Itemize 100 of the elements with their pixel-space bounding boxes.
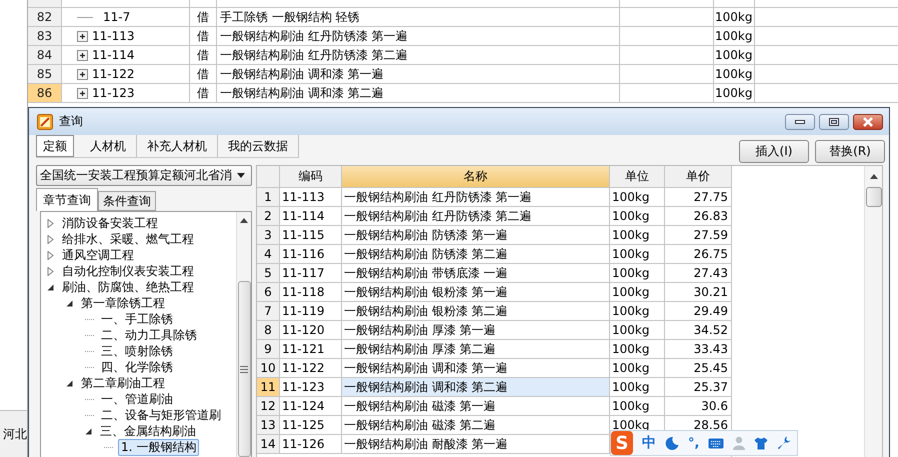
row-number[interactable]: 84 bbox=[28, 46, 62, 64]
row-number[interactable]: 2 bbox=[257, 207, 280, 225]
wrench-icon[interactable] bbox=[777, 436, 792, 450]
table-cell: 一般钢结构刷油 调和漆 第一遍 bbox=[217, 65, 620, 83]
tree-item[interactable]: 刷油、防腐蚀、绝热工程 bbox=[60, 280, 196, 294]
expand-icon[interactable] bbox=[77, 50, 88, 60]
close-button[interactable] bbox=[853, 114, 883, 130]
column-header[interactable]: 编码 bbox=[280, 166, 342, 187]
row-number[interactable]: 85 bbox=[28, 65, 62, 83]
action-button[interactable]: 替换(R) bbox=[815, 140, 885, 163]
tree-item[interactable]: 给排水、采暖、燃气工程 bbox=[60, 232, 196, 246]
table-cell: 100kg bbox=[714, 65, 755, 83]
table-cell: 100kg bbox=[610, 340, 665, 358]
tree-connector bbox=[85, 366, 95, 368]
tree-item[interactable]: 第一章除锈工程 bbox=[79, 296, 167, 310]
tree-item[interactable]: 第二章刷油工程 bbox=[79, 376, 167, 390]
tree-item[interactable]: 消防设备安装工程 bbox=[60, 216, 160, 230]
table-cell: 100kg bbox=[610, 283, 665, 301]
tab[interactable]: 条件查询 bbox=[98, 191, 156, 211]
row-number[interactable]: 9 bbox=[257, 340, 280, 358]
table-cell: 100kg bbox=[610, 397, 665, 415]
row-number[interactable]: 11 bbox=[257, 378, 280, 396]
row-number[interactable]: 86 bbox=[28, 84, 62, 102]
table-cell: 11-114 bbox=[92, 48, 135, 62]
library-dropdown[interactable]: 全国统一安装工程预算定额河北省消 bbox=[36, 165, 252, 186]
row-number[interactable]: 12 bbox=[257, 397, 280, 415]
column-header[interactable]: 名称 bbox=[342, 166, 610, 187]
minimize-button[interactable] bbox=[785, 114, 815, 130]
row-number[interactable]: 10 bbox=[257, 359, 280, 377]
table-cell: 11-125 bbox=[280, 416, 342, 434]
table-cell: 一般钢结构刷油 防锈漆 第一遍 bbox=[342, 226, 610, 244]
moon-icon[interactable] bbox=[665, 436, 679, 450]
table-cell: 11-113 bbox=[92, 29, 135, 43]
app-icon bbox=[37, 114, 53, 130]
table-cell: 11-7 bbox=[103, 10, 130, 24]
minimize-icon bbox=[795, 120, 805, 124]
expanded-arrow-icon[interactable] bbox=[47, 284, 54, 290]
tree-item[interactable]: 二、设备与矩形管道刷 bbox=[99, 408, 223, 422]
row-number[interactable]: 7 bbox=[257, 302, 280, 320]
row-number[interactable]: 3 bbox=[257, 226, 280, 244]
table-cell-text: 27.75 bbox=[692, 189, 729, 206]
row-number[interactable]: 83 bbox=[28, 27, 62, 45]
collapsed-arrow-icon[interactable] bbox=[47, 218, 54, 228]
table-cell: 100kg bbox=[714, 46, 755, 64]
tab[interactable]: 定额 bbox=[36, 135, 74, 157]
shirt-icon[interactable] bbox=[754, 436, 768, 450]
collapsed-arrow-icon[interactable] bbox=[47, 266, 54, 276]
row-number[interactable]: 13 bbox=[257, 416, 280, 434]
scrollbar[interactable] bbox=[864, 166, 882, 457]
table-cell: 一般钢结构刷油 调和漆 第二遍 bbox=[342, 378, 610, 396]
scroll-up-icon[interactable] bbox=[870, 174, 878, 179]
row-number[interactable]: 6 bbox=[257, 283, 280, 301]
scroll-up-icon[interactable] bbox=[240, 218, 248, 223]
dropdown-caret-icon bbox=[237, 173, 245, 178]
expanded-arrow-icon[interactable] bbox=[85, 428, 92, 434]
tree-item[interactable]: 一、手工除锈 bbox=[99, 312, 175, 326]
tree-item[interactable]: 通风空调工程 bbox=[60, 248, 136, 262]
maximize-button[interactable] bbox=[819, 114, 849, 130]
column-header[interactable]: 单位 bbox=[610, 166, 665, 187]
collapsed-arrow-icon[interactable] bbox=[47, 250, 54, 260]
row-number[interactable]: 1 bbox=[257, 188, 280, 206]
tree-item[interactable]: 自动化控制仪表安装工程 bbox=[60, 264, 196, 278]
tree-item[interactable]: 三、喷射除锈 bbox=[99, 344, 175, 358]
expand-icon[interactable] bbox=[77, 30, 88, 42]
expand-icon[interactable] bbox=[77, 88, 88, 98]
tree-item[interactable]: 1. 一般钢结构 bbox=[118, 438, 200, 456]
keyboard-icon[interactable] bbox=[708, 438, 724, 448]
table-cell: 11-126 bbox=[280, 435, 342, 453]
table-cell-text: 30.6 bbox=[700, 398, 729, 415]
row-number[interactable]: 14 bbox=[257, 435, 280, 453]
scrollbar[interactable] bbox=[236, 212, 251, 457]
punctuation-toggle[interactable]: °, bbox=[688, 436, 700, 450]
input-mode-toggle[interactable]: 中 bbox=[642, 434, 656, 452]
collapsed-arrow-icon[interactable] bbox=[47, 234, 54, 244]
table-cell: 11-122 bbox=[92, 67, 135, 81]
table-cell: 100kg bbox=[610, 302, 665, 320]
row-number[interactable]: 5 bbox=[257, 264, 280, 282]
table-cell-text: 30.21 bbox=[692, 284, 729, 301]
table-cell: 一般钢结构刷油 防锈漆 第二遍 bbox=[342, 245, 610, 263]
tree-item[interactable]: 四、化学除锈 bbox=[99, 360, 175, 374]
tree-item[interactable]: 三、金属结构刷油 bbox=[98, 424, 198, 438]
row-number[interactable]: 8 bbox=[257, 321, 280, 339]
tree-item[interactable]: 二、动力工具除锈 bbox=[99, 328, 199, 342]
table-cell: 11-119 bbox=[280, 302, 342, 320]
expanded-arrow-icon[interactable] bbox=[66, 380, 73, 386]
row-number[interactable]: 4 bbox=[257, 245, 280, 263]
scroll-thumb[interactable] bbox=[866, 187, 882, 207]
row-number[interactable]: 82 bbox=[28, 8, 62, 26]
column-header[interactable]: 单价 bbox=[665, 166, 731, 187]
tab[interactable]: 章节查询 bbox=[36, 188, 98, 211]
table-cell: 11-124 bbox=[280, 397, 342, 415]
tree-item[interactable]: 一、管道刷油 bbox=[99, 392, 175, 406]
window-title: 查询 bbox=[59, 113, 83, 130]
scroll-thumb[interactable] bbox=[238, 281, 250, 457]
table-cell: 11-115 bbox=[280, 226, 342, 244]
table-cell: 一般钢结构刷油 红丹防锈漆 第二遍 bbox=[217, 46, 620, 64]
expanded-arrow-icon[interactable] bbox=[66, 300, 73, 306]
expand-icon[interactable] bbox=[77, 68, 88, 80]
table-cell: 100kg bbox=[610, 245, 665, 263]
action-button[interactable]: 插入(I) bbox=[739, 140, 809, 163]
